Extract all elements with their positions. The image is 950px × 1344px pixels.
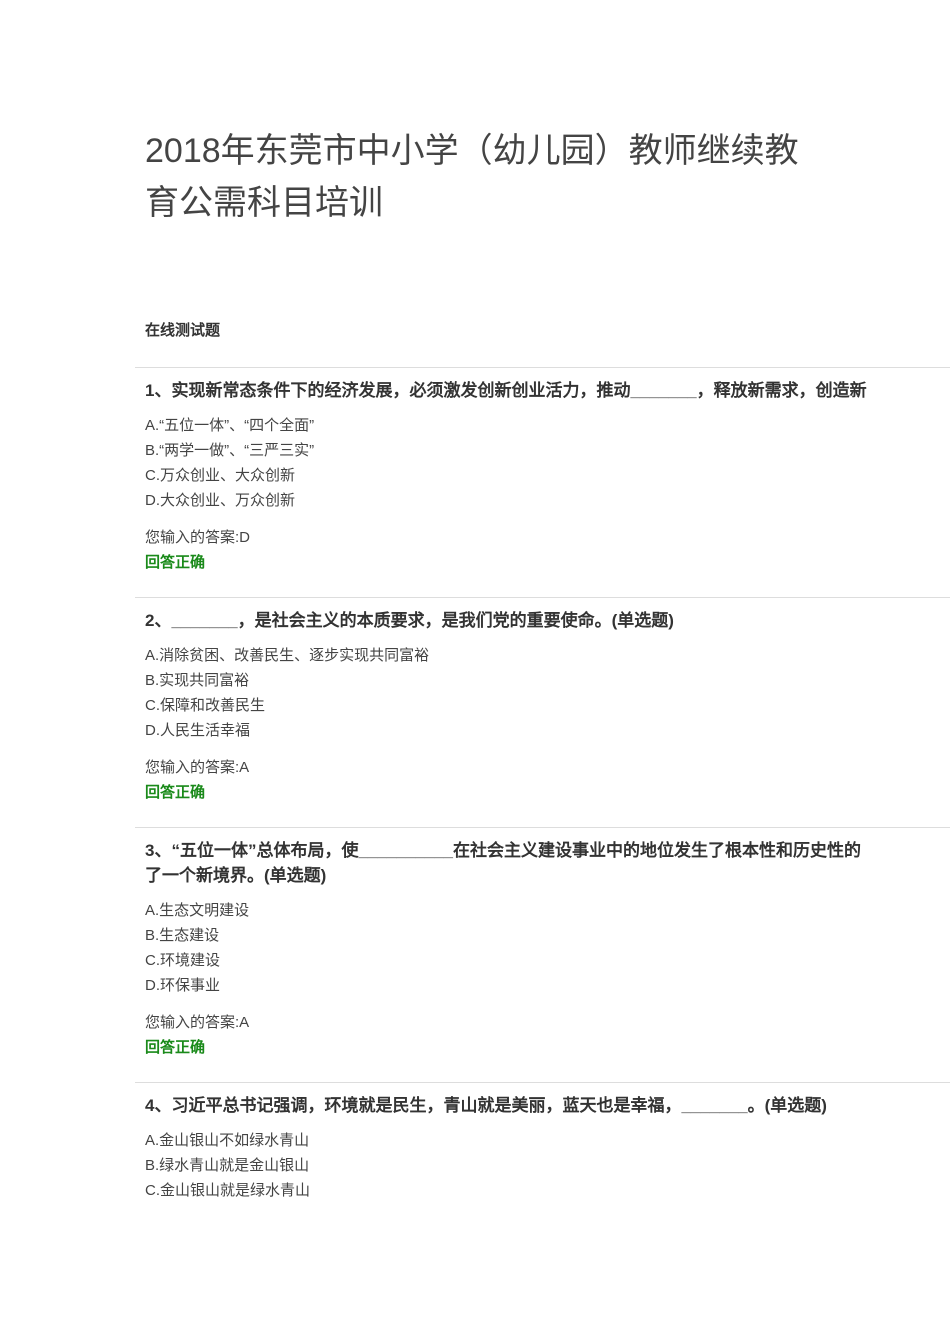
option-item[interactable]: C.金山银山就是绿水青山 — [145, 1178, 950, 1203]
options-list: A.金山银山不如绿水青山 B.绿水青山就是金山银山 C.金山银山就是绿水青山 — [145, 1128, 950, 1203]
question-text: 1、实现新常态条件下的经济发展，必须激发创新创业活力，推动_______，释放新… — [145, 378, 950, 403]
option-item[interactable]: A.“五位一体”、“四个全面” — [145, 413, 950, 438]
your-answer: 您输入的答案:A — [145, 1014, 250, 1031]
your-answer: 您输入的答案:A — [145, 759, 250, 776]
question-line: 了一个新境界。(单选题) — [145, 866, 327, 885]
option-item[interactable]: B.“两学一做”、“三严三实” — [145, 438, 950, 463]
option-item[interactable]: C.保障和改善民生 — [145, 693, 950, 718]
option-item[interactable]: D.大众创业、万众创新 — [145, 488, 950, 513]
question-block: 4、习近平总书记强调，环境就是民生，青山就是美丽，蓝天也是幸福，_______。… — [135, 1082, 950, 1203]
question-block: 3、“五位一体”总体布局，使__________在社会主义建设事业中的地位发生了… — [135, 827, 950, 1060]
answer-result: 回答正确 — [145, 784, 206, 801]
your-answer: 您输入的答案:D — [145, 529, 251, 546]
page-title: 2018年东莞市中小学（幼儿园）教师继续教 育公需科目培训 — [145, 125, 825, 229]
options-list: A.消除贫困、改善民生、逐步实现共同富裕 B.实现共同富裕 C.保障和改善民生 D.人… — [145, 643, 950, 743]
title-line: 育公需科目培训 — [145, 184, 383, 222]
answer-result: 回答正确 — [145, 1039, 206, 1056]
question-line: 2、_______，是社会主义的本质要求，是我们党的重要使命。(单选题) — [145, 611, 674, 630]
option-item[interactable]: D.人民生活幸福 — [145, 718, 950, 743]
option-item[interactable]: C.环境建设 — [145, 948, 950, 973]
option-item[interactable]: D.环保事业 — [145, 973, 950, 998]
option-item[interactable]: B.生态建设 — [145, 923, 950, 948]
option-item[interactable]: B.实现共同富裕 — [145, 668, 950, 693]
option-item[interactable]: B.绿水青山就是金山银山 — [145, 1153, 950, 1178]
option-item[interactable]: C.万众创业、大众创新 — [145, 463, 950, 488]
options-list: A.生态文明建设 B.生态建设 C.环境建设 D.环保事业 — [145, 898, 950, 998]
option-item[interactable]: A.生态文明建设 — [145, 898, 950, 923]
question-line: 4、习近平总书记强调，环境就是民生，青山就是美丽，蓝天也是幸福，_______。… — [145, 1096, 827, 1115]
question-text: 3、“五位一体”总体布局，使__________在社会主义建设事业中的地位发生了… — [145, 838, 950, 888]
question-text: 4、习近平总书记强调，环境就是民生，青山就是美丽，蓝天也是幸福，_______。… — [145, 1093, 950, 1118]
question-text: 2、_______，是社会主义的本质要求，是我们党的重要使命。(单选题) — [145, 608, 950, 633]
title-line: 2018年东莞市中小学（幼儿园）教师继续教 — [145, 132, 799, 170]
option-item[interactable]: A.金山银山不如绿水青山 — [145, 1128, 950, 1153]
question-block: 1、实现新常态条件下的经济发展，必须激发创新创业活力，推动_______，释放新… — [135, 367, 950, 575]
section-heading: 在线测试题 — [145, 322, 221, 339]
question-block: 2、_______，是社会主义的本质要求，是我们党的重要使命。(单选题) A.消除… — [135, 597, 950, 805]
question-line: 3、“五位一体”总体布局，使__________在社会主义建设事业中的地位发生了… — [145, 841, 861, 860]
question-line: 1、实现新常态条件下的经济发展，必须激发创新创业活力，推动_______，释放新… — [145, 381, 867, 400]
answer-result: 回答正确 — [145, 554, 206, 571]
option-item[interactable]: A.消除贫困、改善民生、逐步实现共同富裕 — [145, 643, 950, 668]
options-list: A.“五位一体”、“四个全面” B.“两学一做”、“三严三实” C.万众创业、大众创… — [145, 413, 950, 513]
